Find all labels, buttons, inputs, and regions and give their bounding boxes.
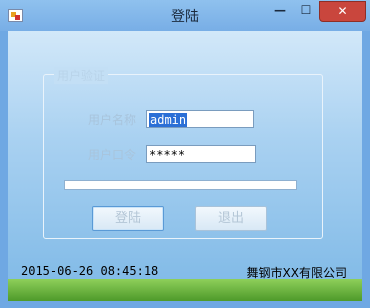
close-icon: ✕ (337, 4, 348, 18)
groupbox-legend: 用户验证 (54, 67, 109, 84)
login-button[interactable]: 登陆 (92, 206, 164, 231)
maximize-button[interactable]: ☐ (293, 1, 319, 20)
minimize-button[interactable]: — (267, 1, 293, 20)
background-grass (8, 279, 362, 301)
password-field[interactable]: ***** (146, 145, 256, 163)
username-value: admin (149, 113, 188, 127)
client-area: 用户验证 用户名称 admin 用户口令 ***** 登陆 退出 2015-06… (8, 31, 362, 301)
maximize-icon: ☐ (300, 3, 312, 17)
close-button[interactable]: ✕ (319, 1, 366, 22)
password-label: 用户口令 (88, 148, 137, 162)
exit-button[interactable]: 退出 (195, 206, 267, 231)
password-value: ***** (149, 148, 186, 162)
company-name: 舞钢市XX有限公司 (246, 266, 347, 280)
login-window: 登陆 — ☐ ✕ 用户验证 用户名称 admin 用户口令 ***** 登陆 退… (0, 0, 370, 308)
title-bar[interactable]: 登陆 — ☐ ✕ (0, 0, 370, 31)
login-progress-bar (64, 180, 297, 190)
username-label: 用户名称 (88, 113, 137, 127)
minimize-icon: — (274, 3, 286, 17)
username-field[interactable]: admin (146, 110, 254, 128)
datetime-status: 2015-06-26 08:45:18 (21, 264, 159, 278)
